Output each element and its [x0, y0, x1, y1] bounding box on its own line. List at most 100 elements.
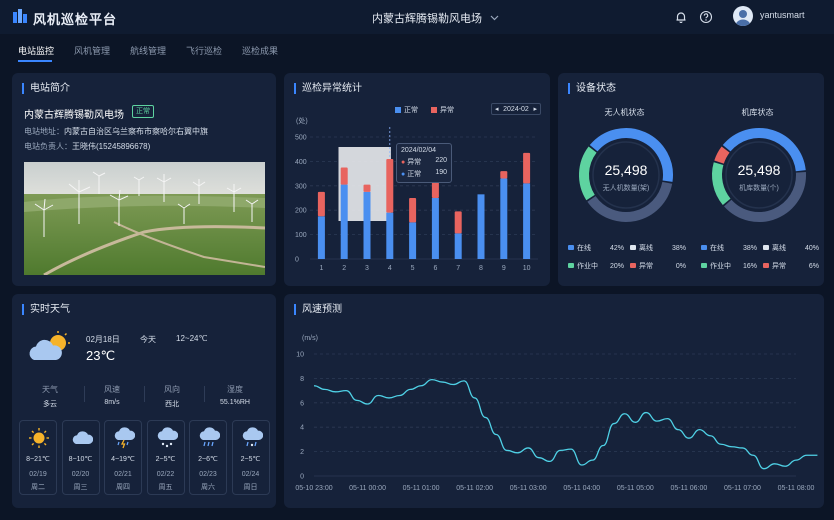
bar-abnormal-2[interactable]	[340, 167, 348, 185]
legend-label: 在线	[710, 245, 724, 252]
username[interactable]: yantusmart	[760, 10, 805, 20]
bar-normal-8[interactable]	[477, 194, 485, 259]
wind-speed-series-line[interactable]	[313, 378, 818, 470]
y-tick-label: 2	[300, 449, 304, 456]
divider	[84, 386, 85, 402]
legend-item: 在线 38%	[701, 243, 757, 253]
contact-value: 王晓伟(15245896678)	[72, 142, 151, 151]
bar-normal-10[interactable]	[523, 183, 531, 259]
stat-label: 风速	[104, 385, 120, 394]
bar-normal-2[interactable]	[340, 184, 348, 259]
tooltip-abnormal-label: 异常	[407, 159, 422, 166]
forecast-weekday: 周四	[116, 484, 130, 491]
legend-item: 异常 0%	[630, 261, 686, 271]
donut-slice-异常[interactable]	[714, 146, 730, 164]
tooltip-normal-label: 正常	[407, 171, 422, 178]
forecast-day: 8~10℃ 02/20 周三	[61, 420, 100, 495]
forecast-temp: 2~6℃	[198, 456, 218, 463]
contact-label: 电站负责人：	[24, 142, 72, 151]
legend-swatch	[763, 245, 769, 250]
legend-item: 在线 42%	[568, 243, 624, 253]
bar-abnormal-5[interactable]	[409, 198, 417, 223]
x-tick-label: 05-11 04:00	[563, 485, 600, 492]
forecast-date: 02/23	[199, 471, 217, 478]
legend-label: 异常	[772, 263, 786, 270]
forecast-weekday: 周五	[158, 484, 173, 491]
tooltip-normal-value: 190	[435, 169, 447, 176]
tab-route-management[interactable]: 航线管理	[130, 44, 166, 57]
panel-title: 电站简介	[22, 83, 70, 94]
y-axis-unit: (m/s)	[302, 335, 318, 342]
donut-slice-离线[interactable]	[724, 172, 806, 222]
help-icon[interactable]	[699, 10, 713, 24]
weather-day: 今天	[140, 335, 156, 344]
x-tick-label: 05-11 02:00	[456, 485, 493, 492]
legend-label: 异常	[639, 263, 653, 270]
legend-swatch	[568, 245, 574, 250]
bell-icon[interactable]	[674, 10, 688, 24]
legend-swatch	[630, 263, 636, 268]
tab-inspection-results[interactable]: 巡检成果	[242, 44, 278, 57]
x-tick-label: 8	[479, 265, 483, 272]
bar-normal-7[interactable]	[454, 233, 462, 259]
bar-normal-3[interactable]	[363, 191, 371, 259]
tab-station-monitor[interactable]: 电站监控	[18, 44, 54, 57]
forecast-day: 2~5℃ 02/22 周五	[146, 420, 185, 495]
station-selector[interactable]: 内蒙古辉腾锡勒风电场	[372, 10, 499, 26]
bar-abnormal-3[interactable]	[363, 184, 371, 192]
legend-item: 异常 6%	[763, 261, 819, 271]
avatar[interactable]	[733, 6, 753, 26]
stat-value: 多云	[43, 401, 57, 408]
bar-abnormal-7[interactable]	[454, 211, 462, 234]
snow-icon	[157, 427, 178, 448]
device-status-panel: 设备状态 无人机状态 机库状态 25,498 无人机数量(架) 25,498 机…	[558, 73, 824, 286]
bar-abnormal-4[interactable]	[386, 158, 394, 213]
legend-item: 作业中 16%	[701, 261, 757, 271]
next-month-icon[interactable]: ▸	[533, 105, 537, 113]
chevron-down-icon	[490, 15, 499, 21]
forecast-day: 2~6℃ 02/23 周六	[189, 420, 227, 495]
bar-normal-4[interactable]	[386, 212, 394, 259]
drone-count-label: 无人机数量(架)	[602, 185, 650, 192]
hangar-count: 25,498	[737, 162, 781, 178]
wind-speed-line-chart[interactable]: (m/s) 0 2 4 6 8 10 05-10 23:00 05-11 00:00 05-11 …	[284, 324, 824, 504]
x-tick-label: 05-11 08:00	[778, 485, 815, 492]
forecast-temp: 8~21℃	[26, 456, 50, 463]
forecast-date: 02/22	[156, 471, 175, 478]
panel-title: 实时天气	[22, 304, 70, 315]
legend-percent: 38%	[742, 244, 757, 252]
active-tab-indicator	[18, 60, 52, 62]
bar-normal-9[interactable]	[500, 178, 508, 259]
snow-rain-icon	[242, 427, 263, 447]
tab-turbine-management[interactable]: 风机管理	[74, 44, 110, 57]
legend-percent: 20%	[609, 262, 624, 270]
x-tick-label: 9	[502, 265, 506, 272]
legend-swatch	[701, 245, 707, 250]
x-tick-label: 6	[433, 265, 437, 272]
y-axis-unit: (处)	[296, 116, 308, 125]
legend-label: 作业中	[577, 263, 598, 270]
x-tick-label: 3	[365, 265, 369, 272]
bar-normal-5[interactable]	[409, 222, 417, 259]
legend-percent: 6%	[808, 262, 819, 270]
y-tick-label: 400	[295, 159, 307, 166]
bar-abnormal-10[interactable]	[523, 152, 531, 184]
forecast-temp: 4~19℃	[111, 456, 135, 463]
weather-stats: 天气 多云 风速 8m/s 风向 西北 湿度 55.1%RH	[26, 384, 262, 408]
anomaly-bar-chart[interactable]: (处) 0 100 200 300 400 500 1 2 3 4 5 6 7 8 9 10	[284, 113, 550, 283]
sun-icon	[29, 428, 49, 448]
forecast-day: 4~19℃ 02/21 周四	[104, 420, 142, 495]
status-badge: 正常	[132, 105, 154, 118]
divider	[144, 386, 145, 402]
bar-normal-6[interactable]	[431, 198, 439, 259]
x-tick-label: 05-10 23:00	[295, 485, 332, 492]
tab-flight-inspection[interactable]: 飞行巡检	[186, 44, 222, 57]
bar-abnormal-1[interactable]	[317, 191, 325, 217]
bar-abnormal-9[interactable]	[500, 171, 508, 179]
x-tick-label: 05-11 06:00	[670, 485, 707, 492]
x-tick-label: 4	[388, 265, 392, 272]
forecast-date: 02/19	[29, 471, 47, 478]
forecast-date: 02/21	[114, 471, 132, 478]
bar-normal-1[interactable]	[317, 216, 325, 259]
prev-month-icon[interactable]: ◂	[495, 105, 499, 113]
